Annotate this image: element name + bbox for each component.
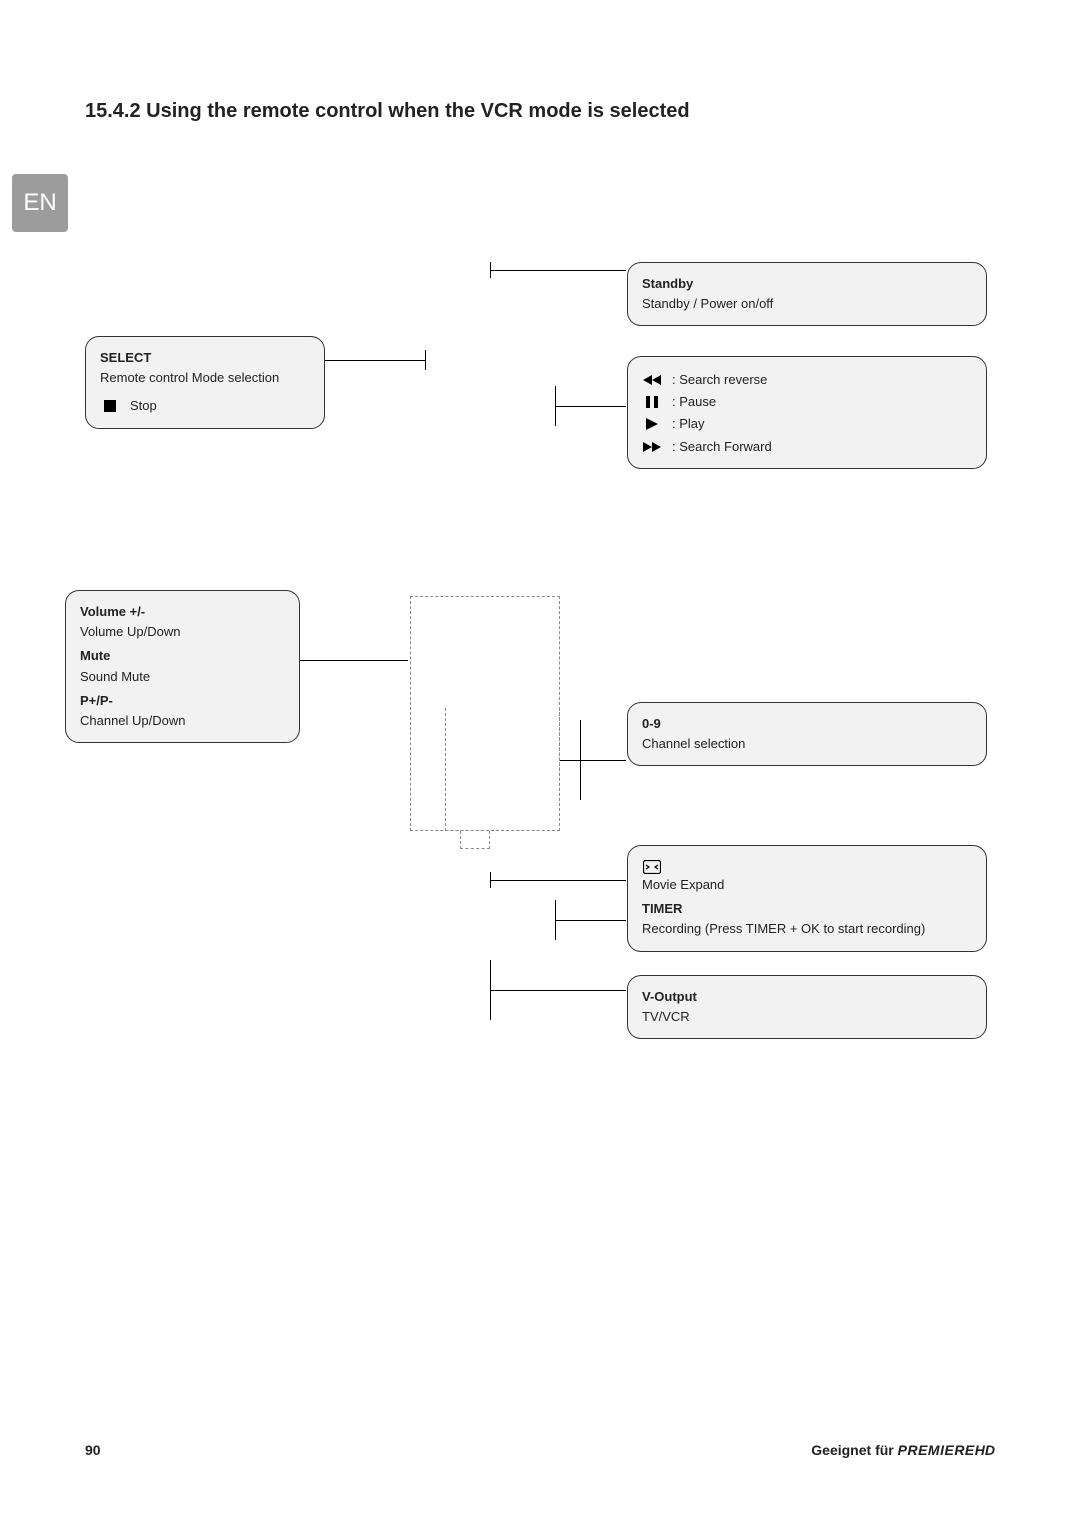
- language-tab: EN: [12, 174, 68, 232]
- voutput-desc: TV/VCR: [642, 1008, 972, 1026]
- movie-desc: Movie Expand: [642, 876, 972, 894]
- manual-page: 15.4.2 Using the remote control when the…: [0, 0, 1080, 1528]
- standby-desc: Standby / Power on/off: [642, 295, 972, 313]
- timer-desc: Recording (Press TIMER + OK to start rec…: [642, 920, 972, 938]
- callout-movie-timer: Movie Expand TIMER Recording (Press TIME…: [627, 845, 987, 952]
- leader-numeric: [560, 760, 626, 761]
- play-icon: [642, 418, 662, 430]
- chan-desc: Channel Up/Down: [80, 712, 285, 730]
- mute-desc: Sound Mute: [80, 668, 285, 686]
- voutput-title: V-Output: [642, 989, 697, 1004]
- dashed-keypad-area-3: [460, 831, 490, 849]
- standby-title: Standby: [642, 276, 693, 291]
- leader-movietimer-tick: [555, 900, 556, 940]
- leader-voutput-v: [490, 960, 491, 1020]
- volume-desc: Volume Up/Down: [80, 623, 285, 641]
- fast-forward-icon: [642, 442, 662, 452]
- numeric-title: 0-9: [642, 716, 661, 731]
- leader-movietimer-tick2: [490, 872, 491, 888]
- leader-voutput: [490, 990, 626, 991]
- mute-title: Mute: [80, 648, 110, 663]
- footer-brand: PREMIERE: [898, 1442, 975, 1458]
- volume-title: Volume +/-: [80, 604, 145, 619]
- leader-standby-tick: [490, 262, 491, 278]
- timer-title: TIMER: [642, 901, 682, 916]
- leader-select-tick: [425, 350, 426, 370]
- section-heading: 15.4.2 Using the remote control when the…: [85, 100, 690, 123]
- dashed-keypad-area-2: [445, 708, 560, 831]
- callout-standby: Standby Standby / Power on/off: [627, 262, 987, 326]
- footer-right: Geeignet für PREMIEREHD: [811, 1442, 995, 1458]
- callout-voutput: V-Output TV/VCR: [627, 975, 987, 1039]
- leader-movietimer-h: [490, 880, 626, 881]
- leader-volume: [300, 660, 408, 661]
- transport-fwd: : Search Forward: [672, 438, 772, 456]
- select-desc: Remote control Mode selection: [100, 369, 310, 387]
- rewind-icon: [642, 375, 662, 385]
- leader-transport-tick: [555, 386, 556, 426]
- stop-icon: [100, 400, 120, 412]
- chan-title: P+/P-: [80, 693, 113, 708]
- pause-icon: [642, 396, 662, 408]
- footer-suffix: HD: [975, 1442, 995, 1458]
- transport-pause: : Pause: [672, 393, 716, 411]
- leader-movietimer-h2: [555, 920, 626, 921]
- callout-volume: Volume +/- Volume Up/Down Mute Sound Mut…: [65, 590, 300, 743]
- callout-transport: : Search reverse : Pause : Play : Search…: [627, 356, 987, 469]
- page-number: 90: [85, 1442, 101, 1458]
- callout-numeric: 0-9 Channel selection: [627, 702, 987, 766]
- select-title: SELECT: [100, 350, 151, 365]
- leader-standby: [490, 270, 626, 271]
- leader-transport: [555, 406, 626, 407]
- leader-select: [325, 360, 425, 361]
- movie-expand-icon: [642, 860, 662, 874]
- numeric-desc: Channel selection: [642, 735, 972, 753]
- transport-play: : Play: [672, 415, 705, 433]
- select-stop-label: Stop: [130, 397, 157, 415]
- leader-numeric-v: [580, 720, 581, 800]
- transport-rev: : Search reverse: [672, 371, 767, 389]
- footer-prefix: Geeignet für: [811, 1442, 897, 1458]
- callout-select: SELECT Remote control Mode selection Sto…: [85, 336, 325, 429]
